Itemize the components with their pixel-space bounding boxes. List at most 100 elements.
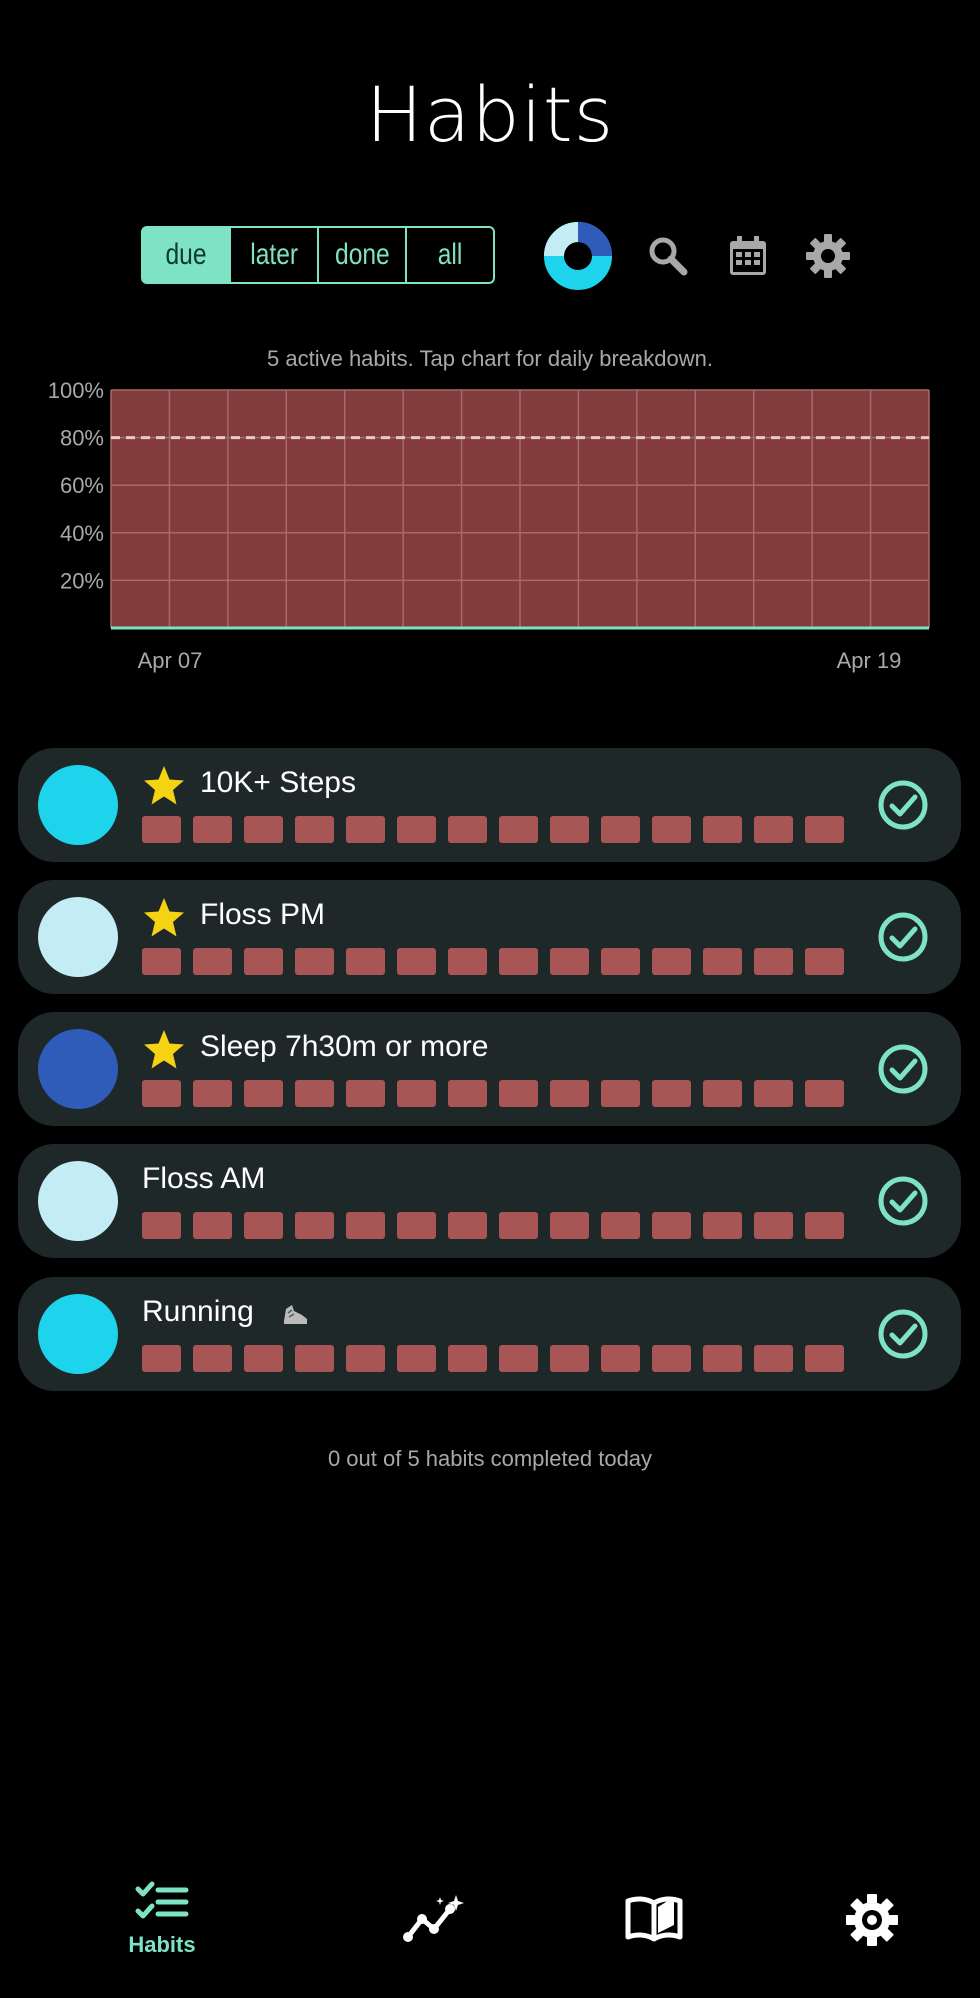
check-circle-icon[interactable] — [877, 1308, 929, 1360]
history-day-missed — [601, 1345, 640, 1372]
history-day-missed — [346, 1345, 385, 1372]
star-icon — [144, 766, 184, 805]
nav-habits[interactable]: Habits — [102, 1880, 222, 1958]
history-day-missed — [703, 1212, 742, 1239]
history-day-missed — [703, 1080, 742, 1107]
filter-segmented-control: due later done all — [141, 226, 495, 284]
history-day-missed — [448, 816, 487, 843]
history-day-missed — [754, 1212, 793, 1239]
filter-tab-later[interactable]: later — [231, 228, 319, 282]
history-day-missed — [295, 816, 334, 843]
filter-tab-done[interactable]: done — [319, 228, 407, 282]
habit-color-dot — [38, 765, 118, 845]
stats-sparkle-icon — [403, 1895, 464, 1942]
history-day-missed — [193, 948, 232, 975]
search-icon[interactable] — [638, 226, 698, 286]
daily-summary: 0 out of 5 habits completed today — [327, 1446, 653, 1471]
gear-icon[interactable] — [798, 226, 858, 286]
check-circle-icon[interactable] — [877, 1043, 929, 1095]
history-day-missed — [346, 948, 385, 975]
history-day-missed — [193, 1345, 232, 1372]
book-icon — [625, 1896, 683, 1942]
history-day-missed — [601, 1212, 640, 1239]
habit-color-dot — [38, 1029, 118, 1109]
habit-name: Floss PM — [200, 898, 326, 931]
y-tick-label: 80% — [60, 426, 104, 451]
check-circle-icon[interactable] — [877, 911, 929, 963]
history-day-missed — [499, 1345, 538, 1372]
habit-name: Sleep 7h30m or more — [200, 1030, 489, 1063]
history-day-missed — [652, 948, 691, 975]
check-circle-icon[interactable] — [877, 779, 929, 831]
history-day-missed — [652, 1212, 691, 1239]
filter-tab-due[interactable]: due — [143, 228, 231, 282]
history-day-missed — [397, 1212, 436, 1239]
history-day-missed — [193, 816, 232, 843]
habit-history — [142, 1080, 844, 1107]
history-day-missed — [550, 1080, 589, 1107]
history-day-missed — [346, 1080, 385, 1107]
history-day-missed — [754, 948, 793, 975]
history-day-missed — [754, 1080, 793, 1107]
x-tick-label: Apr 07 — [138, 648, 203, 673]
habit-name: 10K+ Steps — [200, 766, 356, 799]
y-tick-label: 60% — [60, 473, 104, 498]
habit-card[interactable]: Floss AM — [18, 1144, 961, 1258]
checklist-icon — [135, 1881, 189, 1919]
history-day-missed — [652, 1345, 691, 1372]
history-day-missed — [397, 1345, 436, 1372]
history-day-missed — [193, 1080, 232, 1107]
history-day-missed — [295, 1080, 334, 1107]
calendar-icon[interactable] — [718, 226, 778, 286]
history-day-missed — [142, 1080, 181, 1107]
history-day-missed — [703, 1345, 742, 1372]
donut-chart-icon[interactable] — [542, 220, 614, 292]
filter-tab-label: later — [250, 238, 298, 271]
history-day-missed — [295, 1212, 334, 1239]
history-day-missed — [550, 948, 589, 975]
y-tick-label: 40% — [60, 521, 104, 546]
history-day-missed — [805, 948, 844, 975]
y-tick-label: 100% — [48, 378, 104, 403]
page-title: Habits — [365, 70, 615, 159]
history-day-missed — [346, 816, 385, 843]
history-day-missed — [805, 816, 844, 843]
history-day-missed — [142, 948, 181, 975]
habit-card[interactable]: Sleep 7h30m or more — [18, 1012, 961, 1126]
filter-tab-all[interactable]: all — [407, 228, 493, 282]
history-day-missed — [142, 1212, 181, 1239]
history-day-missed — [448, 1212, 487, 1239]
history-day-missed — [703, 948, 742, 975]
history-day-missed — [244, 948, 283, 975]
history-day-missed — [754, 1345, 793, 1372]
check-circle-icon[interactable] — [877, 1175, 929, 1227]
history-day-missed — [346, 1212, 385, 1239]
habit-color-dot — [38, 1161, 118, 1241]
star-icon — [144, 1030, 184, 1069]
nav-journal[interactable] — [594, 1893, 714, 1947]
chart-caption: 5 active habits. Tap chart for daily bre… — [267, 346, 713, 371]
nav-settings[interactable] — [812, 1893, 932, 1951]
history-day-missed — [550, 1345, 589, 1372]
habit-color-dot — [38, 1294, 118, 1374]
nav-stats[interactable] — [374, 1893, 494, 1947]
history-day-missed — [550, 816, 589, 843]
habit-card[interactable]: Floss PM — [18, 880, 961, 994]
habit-card[interactable]: Running — [18, 1277, 961, 1391]
history-day-missed — [754, 816, 793, 843]
history-day-missed — [448, 1080, 487, 1107]
history-day-missed — [601, 948, 640, 975]
history-day-missed — [244, 1212, 283, 1239]
completion-chart[interactable]: 100% 80% 60% 40% 20% Apr 07 Apr 19 — [0, 370, 980, 690]
history-day-missed — [805, 1212, 844, 1239]
habit-color-dot — [38, 897, 118, 977]
habit-history — [142, 948, 844, 975]
filter-tab-label: due — [165, 238, 207, 271]
history-day-missed — [805, 1080, 844, 1107]
history-day-missed — [193, 1212, 232, 1239]
history-day-missed — [703, 816, 742, 843]
habit-card[interactable]: 10K+ Steps — [18, 748, 961, 862]
history-day-missed — [652, 816, 691, 843]
history-day-missed — [652, 1080, 691, 1107]
history-day-missed — [295, 1345, 334, 1372]
